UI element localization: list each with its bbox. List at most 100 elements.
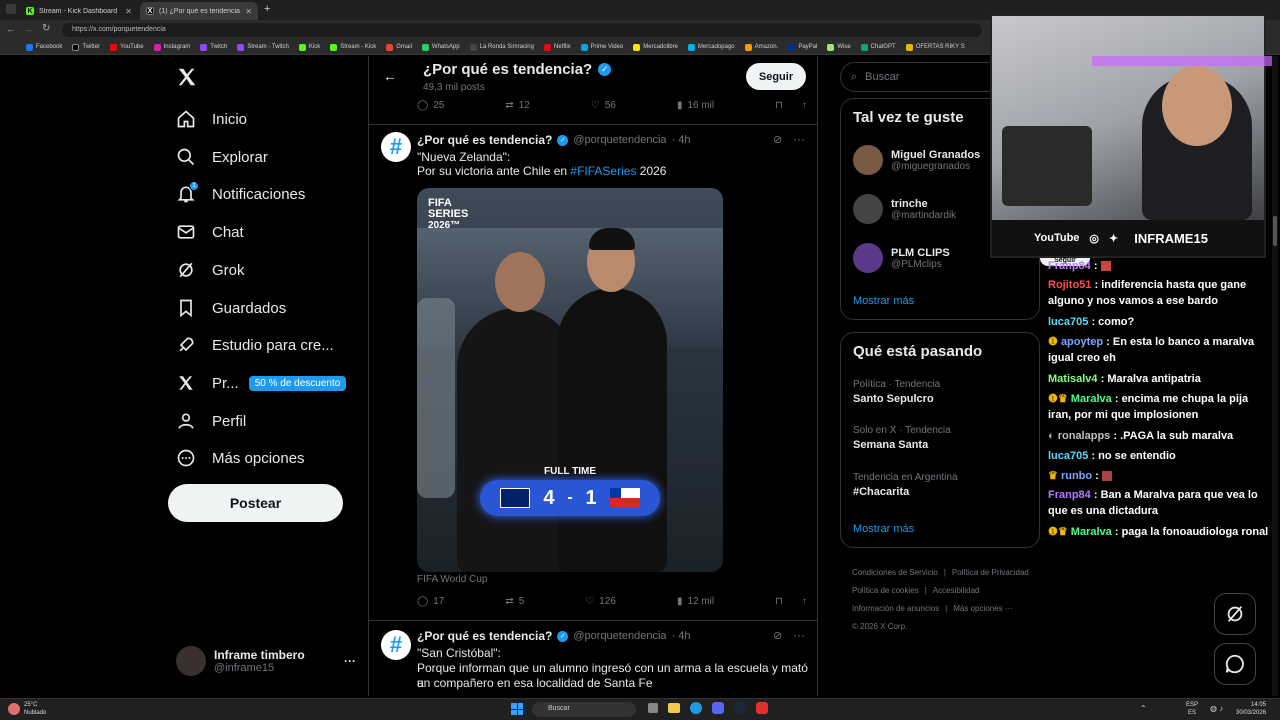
footer-link[interactable]: Accesibilidad [933,582,980,600]
trend-item[interactable]: Solo en X · Tendencia Semana Santa [853,425,951,451]
bookmark-item[interactable]: Prime Video [580,43,623,51]
clock[interactable]: 14:05 30/03/2026 [1236,701,1266,717]
file-explorer-icon[interactable] [668,703,680,713]
bookmark-item[interactable]: PayPal [788,43,817,51]
suggestion-item[interactable]: PLM CLIPS @PLMclips [853,243,950,273]
close-tab-icon[interactable]: ✕ [125,7,132,16]
footer-link[interactable]: Información de anuncios [852,600,939,618]
views-button[interactable]: ▮ 12 mil [677,596,714,607]
bookmark-item[interactable]: Netflix [543,43,571,51]
footer-link[interactable]: Política de cookies [852,582,919,600]
post-button[interactable]: Postear [168,484,343,522]
like-button[interactable]: ♡ 56 [591,100,616,111]
bookmark-action[interactable]: ⊓ ↑ [775,100,807,111]
scrollbar-thumb[interactable] [1273,216,1277,246]
discord-icon[interactable] [712,702,724,714]
reply-button[interactable]: ◯ 17 [417,596,444,607]
nav-home[interactable]: Inicio [176,105,247,133]
bookmark-item[interactable]: Wise [827,43,851,51]
edge-icon[interactable] [690,702,702,714]
language-indicator[interactable]: ESP ES [1186,701,1198,717]
bookmark-item[interactable]: Amazon. [744,43,778,51]
grok-icon[interactable]: ⊘ [773,629,782,642]
bookmark-action[interactable]: ⊓ ↑ [775,596,807,607]
footer-link[interactable]: Condiciones de Servicio [852,564,938,582]
bookmark-item[interactable]: Twitch [200,43,227,51]
bookmark-item[interactable]: Gmail [386,43,412,51]
trend-item[interactable]: Tendencia en Argentina #Chacarita [853,472,958,498]
views-button[interactable]: ▮ 16 mil [677,100,714,111]
taskbar-search[interactable]: Buscar [532,702,636,717]
nav-explore[interactable]: Explorar [176,143,268,171]
repost-button[interactable]: ⇄ 5 [505,596,524,607]
tweet-media-image[interactable]: FIFA SERIES 2026™ FULL TIME 4 - 1 [417,188,723,572]
network-volume-icons[interactable]: ◍ ♪ [1210,704,1223,713]
x-logo-icon[interactable] [176,66,200,90]
close-tab-icon[interactable]: ✕ [245,7,252,16]
system-tray-icons[interactable]: ⌃ [1140,704,1147,713]
windows-start-icon[interactable] [511,703,523,715]
tweet-author-name[interactable]: ¿Por qué es tendencia? [417,629,552,643]
grok-icon[interactable]: ⊘ [773,133,782,146]
bookmark-item[interactable]: Mercadolibre [633,43,678,51]
task-view-icon[interactable] [648,703,658,713]
steam-icon[interactable] [734,702,746,714]
tweet-avatar[interactable]: # [381,132,411,162]
nav-chat[interactable]: Chat [176,218,244,246]
footer-link[interactable]: Más opciones ··· [953,600,1013,618]
suggestion-item[interactable]: trinche @martindardik [853,194,956,224]
grok-floating-button[interactable] [1214,593,1256,635]
tweet-handle[interactable]: @porquetendencia [573,134,666,146]
follow-button[interactable]: Seguir [746,63,806,90]
tab-x-active[interactable]: X (1) ¿Por qué es tendencia? (@porq ✕ [140,2,258,20]
app-icon[interactable] [756,702,768,714]
bookmark-item[interactable]: Mercadopago [687,43,735,51]
tweet-handle[interactable]: @porquetendencia [573,630,666,642]
reload-icon[interactable]: ↻ [42,23,50,34]
tweet-more-icon[interactable]: ··· [793,132,805,146]
trend-item[interactable]: Política · Tendencia Santo Sepulcro [853,379,940,405]
bookmark-item[interactable]: La Ronda Simracing [469,43,534,51]
bookmark-item[interactable]: Twitter [72,43,100,51]
new-tab-button[interactable]: + [264,3,270,15]
nav-grok[interactable]: Grok [176,256,245,284]
bookmark-item[interactable]: YouTube [110,43,144,51]
tweet-avatar[interactable]: # [381,630,411,660]
bookmark-item[interactable]: ChatGPT [860,43,896,51]
tweet-more-icon[interactable]: ··· [793,628,805,642]
nav-notifications[interactable]: 1 Notificaciones [176,180,305,208]
messages-floating-button[interactable] [1214,643,1256,685]
page-scrollbar[interactable] [1272,56,1278,696]
bookmark-item[interactable]: Facebook [26,43,62,51]
like-button[interactable]: ♡ 126 [585,596,616,607]
chat-username: Maralva [1070,393,1112,405]
repost-button[interactable]: ⇄ 12 [505,100,530,111]
suggestion-item[interactable]: Miguel Granados @miguegranados [853,145,980,175]
nav-more-options[interactable]: Más opciones [176,444,305,472]
tweet-author-name[interactable]: ¿Por qué es tendencia? [417,133,552,147]
back-icon[interactable]: ← [6,24,15,34]
account-switcher[interactable]: Inframe timbero @inframe15 ··· [176,644,356,678]
hashtag-link[interactable]: #FIFASeries [570,164,636,178]
back-arrow-icon[interactable]: ← [383,68,397,84]
bookmark-item[interactable]: OFERTAS RIKY S [905,43,965,51]
show-more-link[interactable]: Mostrar más [853,523,914,535]
account-more-icon[interactable]: ··· [344,654,356,668]
bookmark-item[interactable]: Instagram [153,43,190,51]
bookmark-item[interactable]: Stream - Kick [330,43,376,51]
tab-kick-dashboard[interactable]: K Stream - Kick Dashboard ✕ [20,2,138,20]
tab-actions-icon[interactable] [6,4,16,14]
nav-premium[interactable]: Pr... 50 % de descuento [176,369,347,397]
forward-icon[interactable]: → [24,24,33,34]
reply-button[interactable]: ◯ 25 [417,100,444,111]
weather-widget[interactable]: 25°C Nublado [8,701,46,717]
nav-bookmarks[interactable]: Guardados [176,294,286,322]
show-more-link[interactable]: Mostrar más [853,295,914,307]
address-bar[interactable]: https://x.com/porquetendencia [62,23,982,37]
bookmark-item[interactable]: Kick [298,43,320,51]
bookmark-item[interactable]: Stream - Twitch [237,43,289,51]
footer-link[interactable]: Política de Privacidad [952,564,1029,582]
nav-profile[interactable]: Perfil [176,407,246,435]
bookmark-item[interactable]: WhatsApp [421,43,460,51]
nav-creator-studio[interactable]: Estudio para cre... [176,331,334,359]
